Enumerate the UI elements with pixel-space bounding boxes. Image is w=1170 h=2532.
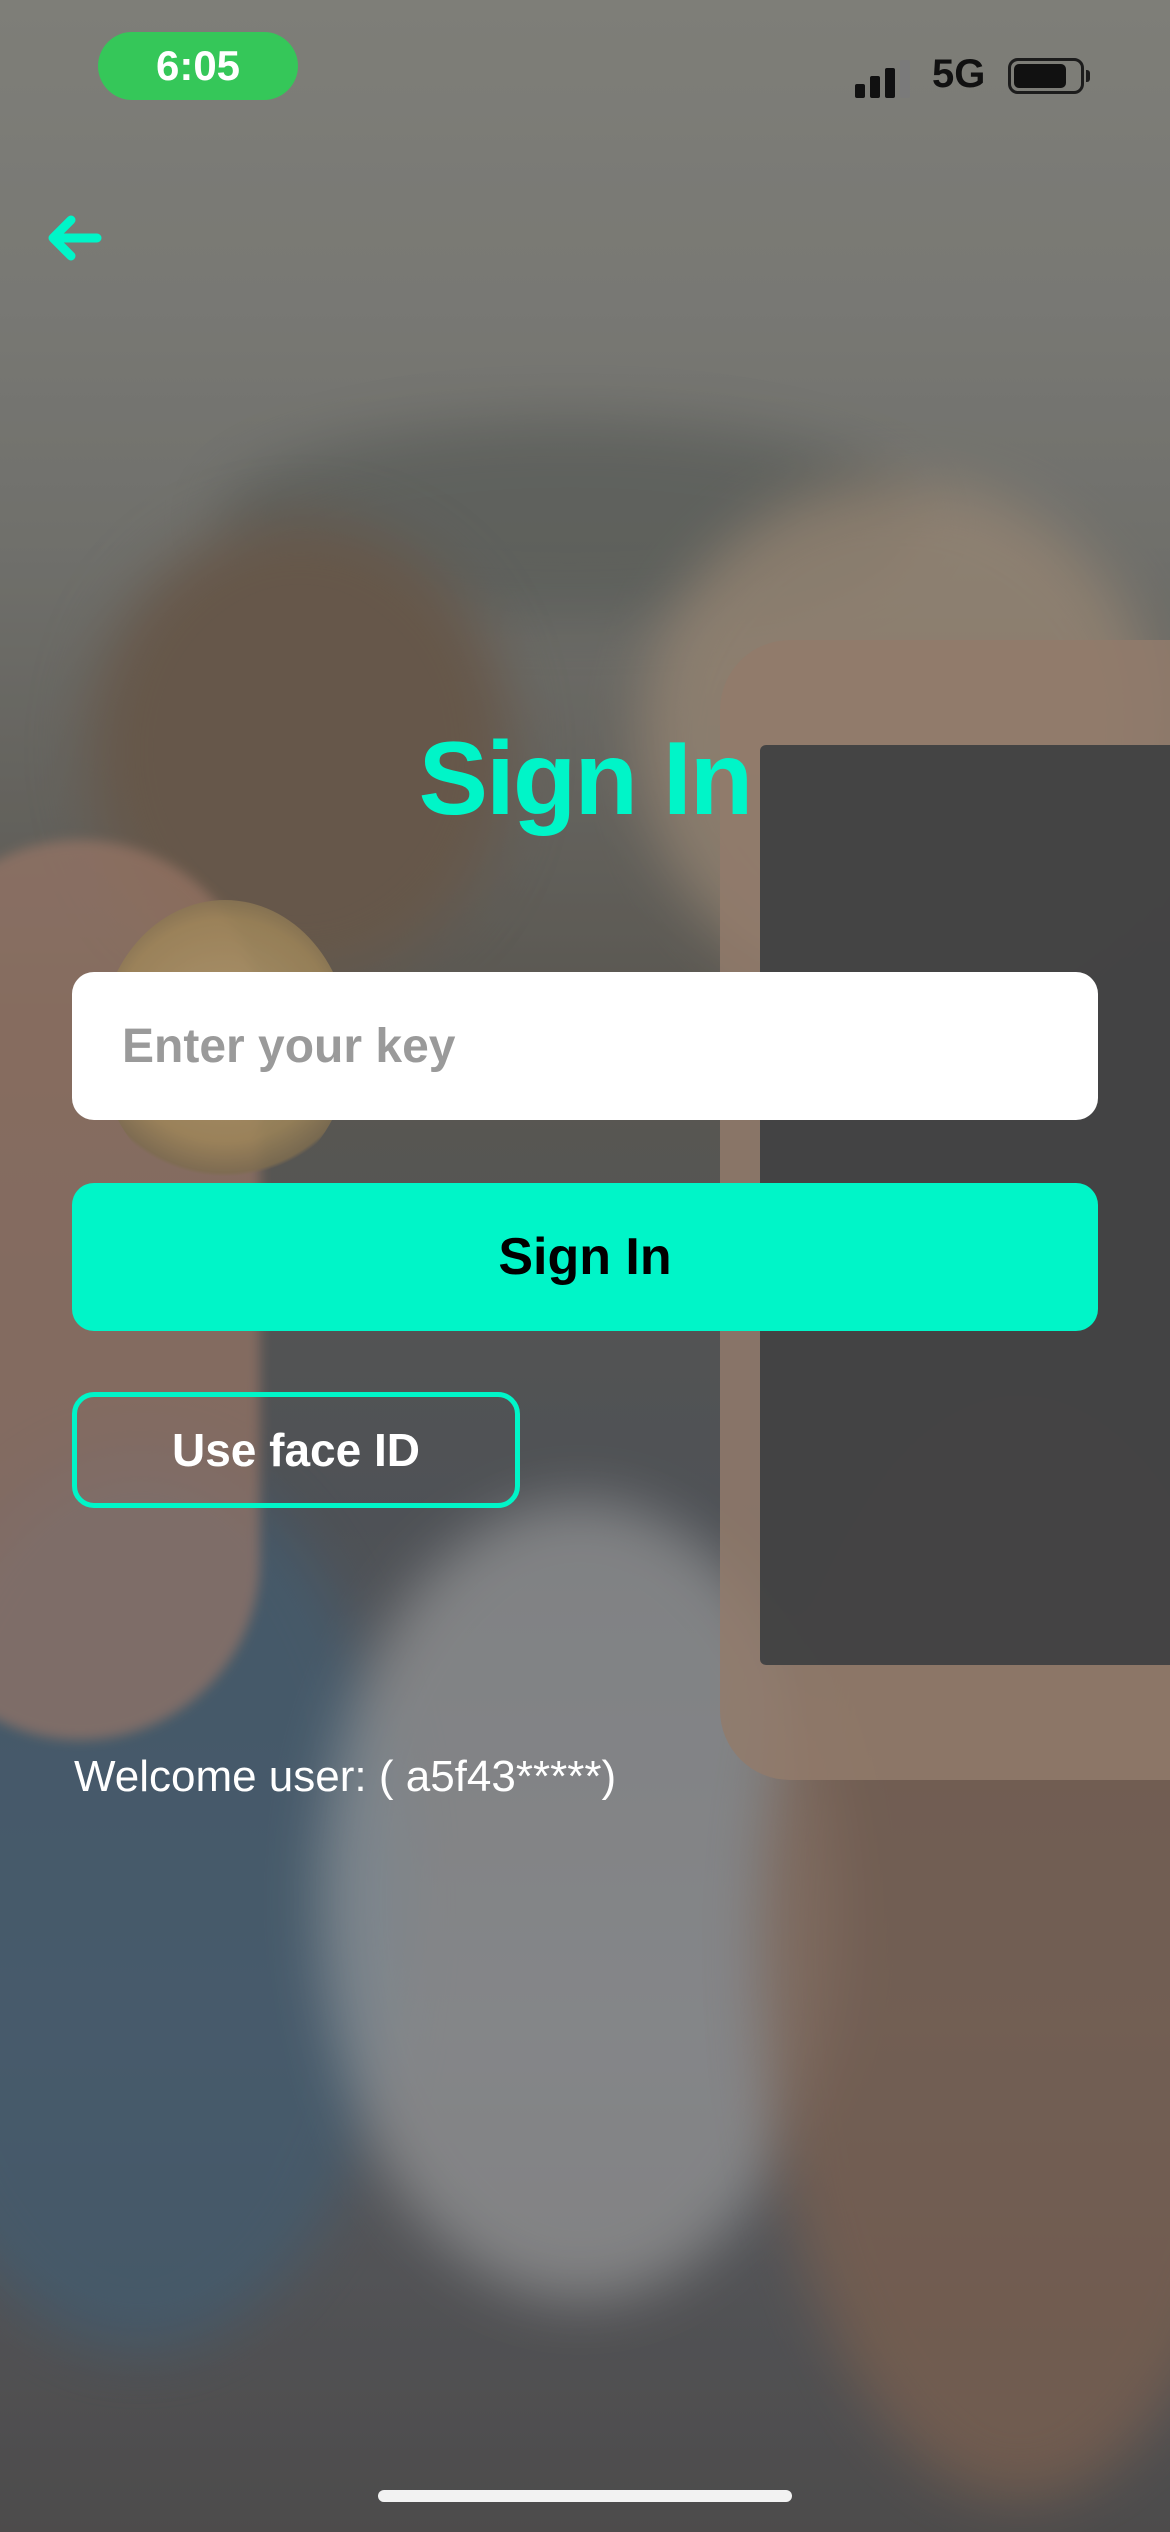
sign-in-button[interactable]: Sign In [72, 1183, 1098, 1331]
cellular-signal-icon [855, 56, 915, 98]
welcome-message: Welcome user: ( a5f43*****) [74, 1752, 617, 1801]
battery-icon [1008, 58, 1090, 94]
key-input[interactable] [72, 972, 1098, 1120]
arrow-left-icon [48, 215, 102, 261]
status-bar: 6:05 5G [0, 0, 1170, 140]
home-indicator[interactable] [378, 2490, 792, 2502]
network-type: 5G [932, 52, 986, 96]
use-face-id-button[interactable]: Use face ID [72, 1392, 520, 1508]
back-button[interactable] [40, 205, 106, 271]
page-title: Sign In [418, 721, 754, 837]
status-time: 6:05 [98, 32, 298, 100]
